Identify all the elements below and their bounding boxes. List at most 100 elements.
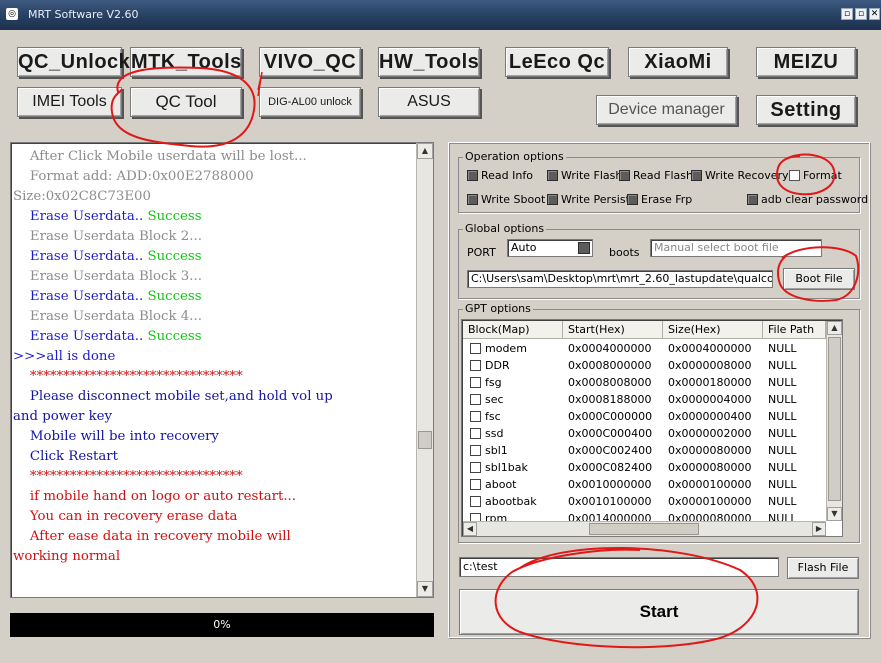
table-row[interactable]: abootbak 0x0010100000 0x0000100000 NULL: [463, 493, 825, 510]
table-row[interactable]: aboot 0x0010000000 0x0000100000 NULL: [463, 476, 825, 493]
row-checkbox[interactable]: [470, 445, 481, 456]
log-line: Erase Userdata Block 4...: [13, 307, 415, 327]
minimize-icon[interactable]: ▫: [841, 8, 853, 20]
table-row[interactable]: DDR 0x0008000000 0x0000008000 NULL: [463, 357, 825, 374]
table-row[interactable]: fsc 0x000C000000 0x0000000400 NULL: [463, 408, 825, 425]
scroll-down-icon[interactable]: ▼: [827, 507, 842, 521]
table-cell: sbl1bak: [485, 461, 528, 474]
column-header[interactable]: Start(Hex): [563, 321, 663, 339]
row-checkbox[interactable]: [470, 462, 481, 473]
table-cell: 0x0000100000: [668, 495, 752, 508]
checkbox-icon: [747, 194, 758, 205]
adb-clear-password-checkbox[interactable]: adb clear password: [747, 193, 868, 206]
boot-path-input[interactable]: C:\Users\sam\Desktop\mrt\mrt_2.60_lastup…: [467, 270, 773, 288]
scroll-up-icon[interactable]: ▲: [417, 143, 433, 159]
log-text: After ease data in recovery mobile will: [13, 529, 291, 544]
table-vscrollbar[interactable]: ▲ ▼: [826, 321, 842, 521]
table-cell: modem: [485, 342, 527, 355]
vivo-qc-button[interactable]: VIVO_QC: [259, 47, 361, 77]
read-flash-checkbox[interactable]: Read Flash: [619, 169, 693, 182]
row-checkbox[interactable]: [470, 479, 481, 490]
write-flash-label: Write Flash: [561, 169, 623, 182]
scroll-up-icon[interactable]: ▲: [827, 321, 842, 335]
log-scrollbar[interactable]: ▲ ▼: [416, 143, 433, 597]
log-line: After Click Mobile userdata will be lost…: [13, 147, 415, 167]
scroll-thumb[interactable]: [828, 337, 841, 501]
table-row[interactable]: modem 0x0004000000 0x0004000000 NULL: [463, 340, 825, 357]
dropdown-icon[interactable]: [578, 242, 590, 254]
write-recovery-checkbox[interactable]: Write Recovery: [691, 169, 789, 182]
log-text: Mobile will be into recovery: [13, 429, 219, 444]
erase-frp-label: Erase Frp: [641, 193, 693, 206]
maximize-icon[interactable]: ▫: [855, 8, 867, 20]
table-cell: 0x0000080000: [668, 461, 752, 474]
table-cell: NULL: [768, 461, 797, 474]
hw-tools-button[interactable]: HW_Tools: [378, 47, 480, 77]
log-line: You can in recovery erase data: [13, 507, 415, 527]
row-checkbox[interactable]: [470, 343, 481, 354]
write-sboot-label: Write Sboot: [481, 193, 546, 206]
scroll-thumb[interactable]: [418, 431, 432, 449]
log-line: >>>all is done: [13, 347, 415, 367]
boot-file-select[interactable]: Manual select boot file: [650, 239, 822, 257]
table-row[interactable]: ssd 0x000C000400 0x0000002000 NULL: [463, 425, 825, 442]
row-checkbox[interactable]: [470, 394, 481, 405]
row-checkbox[interactable]: [470, 428, 481, 439]
table-row[interactable]: fsg 0x0008008000 0x0000180000 NULL: [463, 374, 825, 391]
table-hscrollbar[interactable]: ◀ ▶: [463, 521, 826, 536]
table-cell: abootbak: [485, 495, 537, 508]
row-checkbox[interactable]: [470, 377, 481, 388]
table-cell: NULL: [768, 444, 797, 457]
leeco-qc-button[interactable]: LeEco Qc: [505, 47, 609, 77]
scroll-down-icon[interactable]: ▼: [417, 581, 433, 597]
log-text: working normal: [13, 549, 121, 564]
device-manager-button[interactable]: Device manager: [596, 95, 737, 125]
checkbox-icon: [547, 194, 558, 205]
port-select[interactable]: Auto: [507, 239, 593, 257]
write-sboot-checkbox[interactable]: Write Sboot: [467, 193, 545, 206]
row-checkbox[interactable]: [470, 496, 481, 507]
start-button[interactable]: Start: [459, 589, 859, 635]
asus-button[interactable]: ASUS: [378, 87, 480, 117]
close-icon[interactable]: ✕: [869, 8, 880, 20]
table-row[interactable]: sbl1 0x000C002400 0x0000080000 NULL: [463, 442, 825, 459]
write-persist-label: Write Persist: [561, 193, 630, 206]
log-text: and power key: [13, 409, 113, 424]
row-checkbox[interactable]: [470, 411, 481, 422]
title-bar[interactable]: ◎ MRT Software V2.60 ▫ ▫ ✕: [0, 0, 881, 30]
write-flash-checkbox[interactable]: Write Flash: [547, 169, 622, 182]
meizu-button[interactable]: MEIZU: [756, 47, 856, 77]
column-header[interactable]: Block(Map): [463, 321, 563, 339]
xiaomi-button[interactable]: XiaoMi: [628, 47, 728, 77]
erase-frp-checkbox[interactable]: Erase Frp: [627, 193, 692, 206]
log-text: Erase Userdata Block 3...: [13, 269, 202, 284]
table-cell: sec: [485, 393, 504, 406]
flash-path-input[interactable]: c:\test: [459, 557, 779, 577]
qc-tool-button[interactable]: QC Tool: [130, 87, 242, 117]
scroll-thumb[interactable]: [589, 523, 699, 535]
setting-button[interactable]: Setting: [756, 95, 856, 125]
read-info-checkbox[interactable]: Read Info: [467, 169, 533, 182]
table-row[interactable]: sbl1bak 0x000C082400 0x0000080000 NULL: [463, 459, 825, 476]
table-row[interactable]: sec 0x0008188000 0x0000004000 NULL: [463, 391, 825, 408]
log-text: Size:0x02C8C73E00: [13, 189, 151, 204]
boot-file-button[interactable]: Boot File: [783, 268, 855, 290]
column-header[interactable]: Size(Hex): [663, 321, 763, 339]
imei-tools-button[interactable]: IMEI Tools: [17, 87, 122, 117]
log-text: ********************************: [13, 369, 243, 384]
format-checkbox[interactable]: Format: [789, 169, 842, 182]
operation-options-group: Operation options Read Info Write Flash …: [458, 150, 868, 213]
dig-al00-unlock-button[interactable]: DIG-AL00 unlock: [259, 87, 361, 117]
checkbox-icon: [467, 170, 478, 181]
mtk-tools-button[interactable]: MTK_Tools: [130, 47, 242, 77]
qc-unlock-button[interactable]: QC_Unlock: [17, 47, 130, 77]
scroll-left-icon[interactable]: ◀: [463, 522, 477, 536]
column-header[interactable]: File Path: [763, 321, 826, 339]
flash-file-button[interactable]: Flash File: [787, 557, 859, 579]
table-cell: 0x0010000000: [568, 478, 652, 491]
row-checkbox[interactable]: [470, 360, 481, 371]
log-output: After Click Mobile userdata will be lost…: [10, 142, 434, 598]
checkbox-icon: [789, 170, 800, 181]
scroll-right-icon[interactable]: ▶: [812, 522, 826, 536]
write-persist-checkbox[interactable]: Write Persist: [547, 193, 630, 206]
